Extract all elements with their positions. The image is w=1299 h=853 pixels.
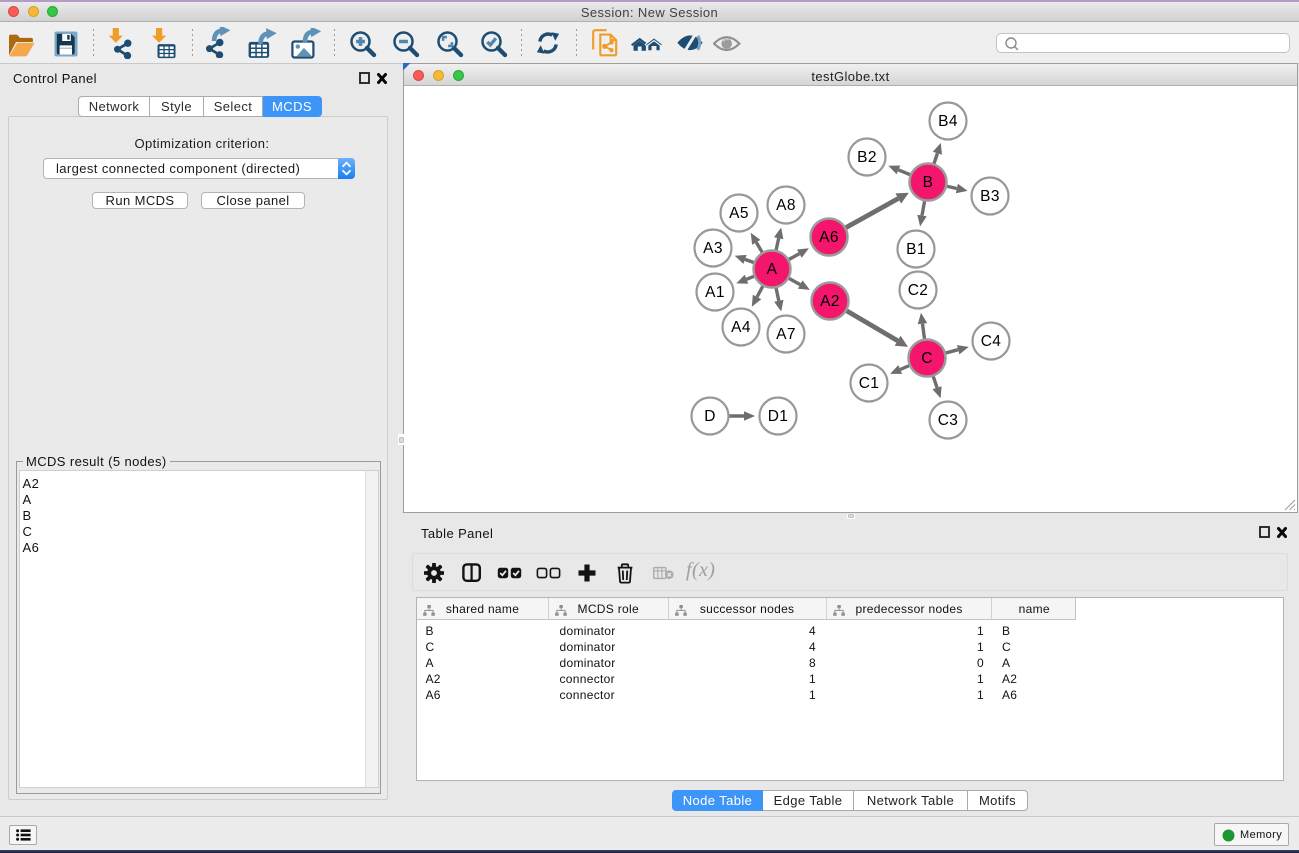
svg-text:C1: C1 [859, 375, 880, 392]
svg-text:A6: A6 [819, 229, 839, 246]
svg-text:B: B [923, 174, 934, 191]
svg-text:D: D [704, 408, 716, 425]
svg-text:A2: A2 [820, 293, 840, 310]
svg-text:C2: C2 [908, 282, 929, 299]
svg-text:A3: A3 [703, 240, 723, 257]
svg-text:A5: A5 [729, 205, 749, 222]
svg-text:D1: D1 [768, 408, 789, 425]
svg-text:C: C [921, 350, 933, 367]
svg-text:A8: A8 [776, 197, 796, 214]
svg-text:C4: C4 [981, 333, 1002, 350]
svg-text:A7: A7 [776, 326, 796, 343]
svg-text:A1: A1 [705, 284, 725, 301]
svg-text:B3: B3 [980, 188, 1000, 205]
svg-text:A: A [767, 261, 778, 278]
svg-text:A4: A4 [731, 319, 751, 336]
svg-text:C3: C3 [938, 412, 959, 429]
svg-text:B4: B4 [938, 113, 958, 130]
svg-text:B1: B1 [906, 241, 926, 258]
svg-text:B2: B2 [857, 149, 877, 166]
